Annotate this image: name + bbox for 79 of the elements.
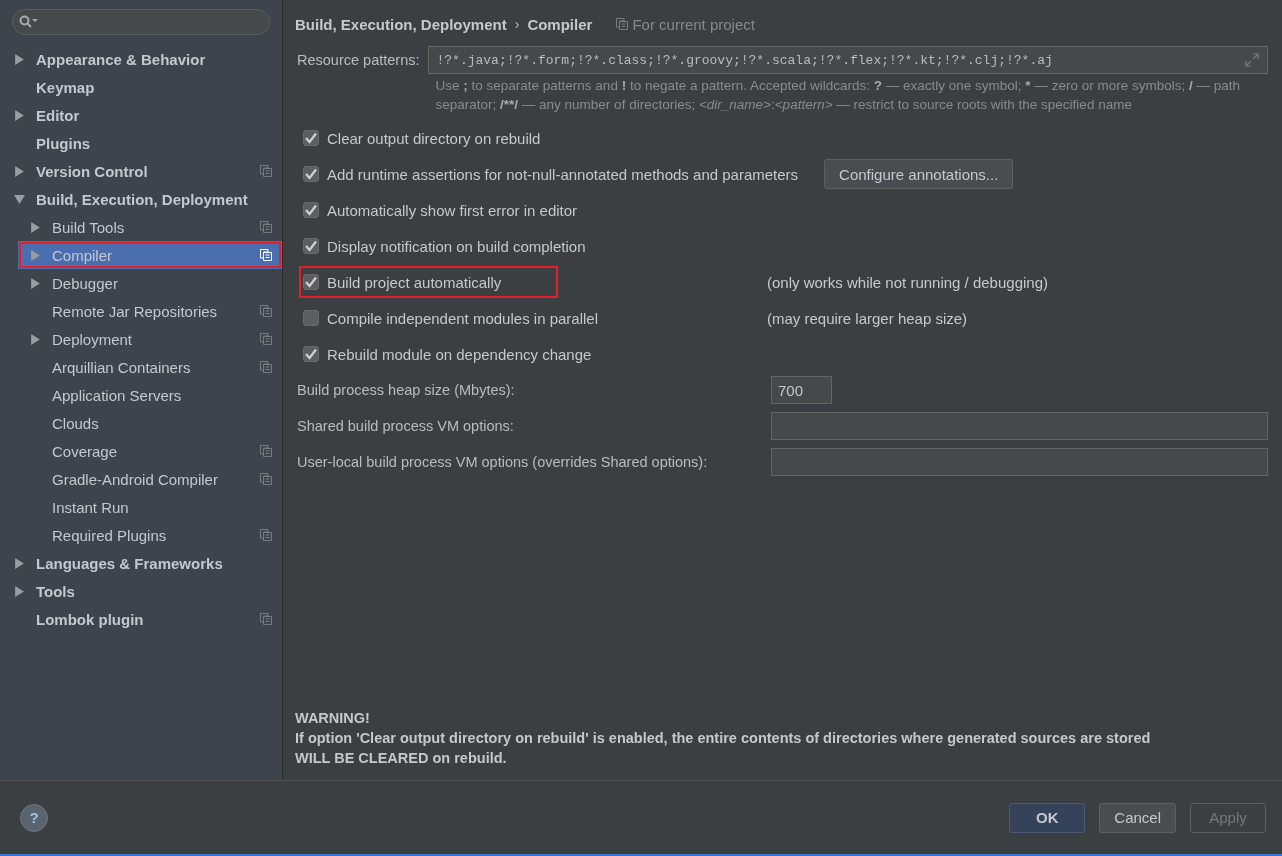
- checkbox-label[interactable]: Automatically show first error in editor: [327, 201, 578, 219]
- scope-label: For current project: [632, 15, 755, 33]
- field-label: Shared build process VM options:: [296, 418, 515, 434]
- sidebar-item[interactable]: Keymap: [0, 73, 282, 101]
- caret-right-icon[interactable]: [14, 53, 25, 65]
- caret-right-icon[interactable]: [30, 221, 41, 233]
- sidebar-item[interactable]: Coverage: [0, 437, 282, 465]
- caret-down-icon[interactable]: [14, 193, 25, 205]
- option-note: (only works while not running / debugging): [767, 273, 1048, 291]
- sidebar-item[interactable]: Clouds: [0, 409, 282, 437]
- copy-icon: [260, 613, 272, 625]
- input-field[interactable]: 700: [771, 376, 832, 404]
- field-label: Build process heap size (Mbytes):: [296, 382, 516, 398]
- caret-right-icon[interactable]: [14, 557, 25, 569]
- sidebar-item[interactable]: Editor: [0, 101, 282, 129]
- sidebar-item[interactable]: Languages & Frameworks: [0, 549, 282, 577]
- copy-icon: [616, 18, 629, 30]
- checkbox[interactable]: [303, 310, 319, 326]
- warning-title: WARNING!: [295, 709, 370, 728]
- checkbox[interactable]: [303, 166, 319, 182]
- sidebar-item[interactable]: Build Tools: [0, 213, 282, 241]
- dialog-button[interactable]: Cancel: [1099, 802, 1176, 833]
- hint-text: Use ; to separate patterns and ! to negate a pattern. Accepted wildcards: ? — exactly one symbol; * — zero or more symbols; / — path separator; /**/ — any number of directories; <dir_name>:<pattern> — restrict to source roots with the specified name: [434, 77, 1241, 114]
- input-field[interactable]: !?*.java;!?*.form;!?*.class;!?*.groovy;!?*.scala;!?*.flex;!?*.kt;!?*.clj;!?*.aj: [427, 46, 1268, 74]
- breadcrumb-separator: ›: [514, 16, 520, 32]
- copy-icon: [260, 305, 272, 317]
- expand-icon[interactable]: [1245, 53, 1259, 67]
- sidebar-item[interactable]: Plugins: [0, 129, 282, 157]
- checkbox[interactable]: [303, 238, 319, 254]
- warning-text: If option 'Clear output directory on rebuild' is enabled, the entire contents of directories where generated sources are stored: [295, 729, 1151, 748]
- caret-right-icon[interactable]: [30, 333, 41, 345]
- warning-text: WILL BE CLEARED on rebuild.: [295, 749, 507, 768]
- input-field[interactable]: [771, 412, 1268, 440]
- checkbox-label[interactable]: Rebuild module on dependency change: [327, 345, 592, 363]
- sidebar-item[interactable]: Remote Jar Repositories: [0, 297, 282, 325]
- sidebar-item[interactable]: Arquillian Containers: [0, 353, 282, 381]
- copy-icon: [260, 165, 272, 177]
- field-label: User-local build process VM options (overrides Shared options):: [296, 454, 709, 470]
- dialog-button[interactable]: OK: [1009, 802, 1086, 833]
- checkbox-label[interactable]: Clear output directory on rebuild: [327, 129, 541, 147]
- help-button[interactable]: ?: [20, 803, 48, 832]
- caret-right-icon[interactable]: [30, 277, 41, 289]
- copy-icon: [260, 473, 272, 485]
- sidebar-item[interactable]: Instant Run: [0, 493, 282, 521]
- breadcrumb-item: Build, Execution, Deployment: [295, 15, 507, 33]
- caret-right-icon[interactable]: [14, 165, 25, 177]
- sidebar-item[interactable]: Tools: [0, 577, 282, 605]
- sidebar-item[interactable]: Version Control: [0, 157, 282, 185]
- sidebar-item[interactable]: Lombok plugin: [0, 605, 282, 633]
- search-icon: [19, 15, 39, 29]
- copy-icon: [260, 249, 272, 261]
- configure-button[interactable]: Configure annotations...: [824, 159, 1014, 189]
- sidebar-item[interactable]: Application Servers: [0, 381, 282, 409]
- sidebar-item[interactable]: Deployment: [0, 325, 282, 353]
- sidebar-item[interactable]: Appearance & Behavior: [0, 45, 282, 73]
- copy-icon: [260, 361, 272, 373]
- sidebar-item[interactable]: Build, Execution, Deployment: [0, 185, 282, 213]
- search-field[interactable]: [12, 9, 270, 35]
- checkbox[interactable]: [303, 274, 319, 290]
- sidebar-item[interactable]: Compiler: [18, 241, 282, 269]
- sidebar-item[interactable]: Required Plugins: [0, 521, 282, 549]
- breadcrumb-item: Compiler: [527, 15, 593, 33]
- copy-icon: [260, 221, 272, 233]
- copy-icon: [260, 445, 272, 457]
- copy-icon: [260, 529, 272, 541]
- checkbox-label[interactable]: Display notification on build completion: [327, 237, 586, 255]
- caret-right-icon[interactable]: [14, 109, 25, 121]
- copy-icon: [260, 333, 272, 345]
- field-label: Resource patterns:: [296, 52, 420, 68]
- checkbox[interactable]: [303, 130, 319, 146]
- sidebar-item[interactable]: Gradle-Android Compiler: [0, 465, 282, 493]
- sidebar-item[interactable]: Debugger: [0, 269, 282, 297]
- checkbox[interactable]: [303, 202, 319, 218]
- option-note: (may require larger heap size): [767, 309, 968, 327]
- checkbox-label[interactable]: Add runtime assertions for not-null-annotated methods and parameters: [327, 165, 799, 183]
- checkbox-label[interactable]: Compile independent modules in parallel: [327, 309, 598, 327]
- caret-right-icon[interactable]: [14, 585, 25, 597]
- input-field[interactable]: [771, 448, 1268, 476]
- checkbox[interactable]: [303, 346, 319, 362]
